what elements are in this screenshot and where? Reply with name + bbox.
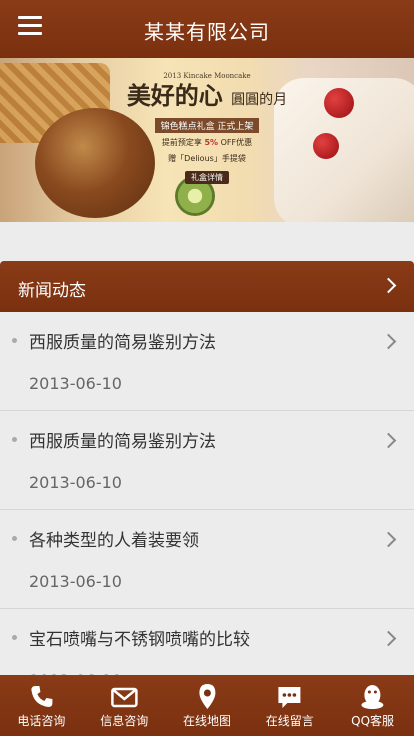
promo-banner[interactable]: 2013 Kincake Mooncake 美好的心 圓圓的月 锦色糕点礼盒 正… bbox=[0, 58, 414, 222]
qq-service-button[interactable]: QQ客服 bbox=[331, 675, 414, 736]
bullet-icon bbox=[12, 635, 17, 640]
phone-consult-label: 电话咨询 bbox=[17, 714, 66, 728]
cherry-image bbox=[324, 88, 354, 118]
news-heading: 新闻动态 bbox=[18, 281, 86, 301]
chevron-right-icon bbox=[380, 277, 397, 294]
news-date: 2013-06-10 bbox=[29, 473, 122, 492]
qq-service-label: QQ客服 bbox=[351, 714, 395, 728]
news-title: 西服质量的简易鉴别方法 bbox=[29, 432, 216, 452]
promo-tag: 锦色糕点礼盒 正式上架 bbox=[154, 118, 260, 133]
bullet-icon bbox=[12, 338, 17, 343]
promo-discount-prefix: 提前预定享 bbox=[161, 138, 202, 147]
online-message-label: 在线留言 bbox=[265, 714, 314, 728]
info-consult-label: 信息咨询 bbox=[100, 714, 149, 728]
qq-icon bbox=[361, 685, 384, 709]
bottom-nav: 电话咨询 信息咨询 在线地图 在线留言 QQ客服 bbox=[0, 675, 414, 736]
online-message-button[interactable]: 在线留言 bbox=[248, 675, 331, 736]
chevron-right-icon bbox=[380, 531, 397, 548]
bullet-icon bbox=[12, 536, 17, 541]
news-title: 西服质量的简易鉴别方法 bbox=[29, 333, 216, 353]
news-item[interactable]: 西服质量的简易鉴别方法 2013-06-10 bbox=[0, 411, 414, 510]
news-section-header[interactable]: 新闻动态 bbox=[0, 261, 414, 312]
phone-consult-button[interactable]: 电话咨询 bbox=[0, 675, 83, 736]
page-title: 某某有限公司 bbox=[144, 20, 270, 44]
chevron-right-icon bbox=[380, 432, 397, 449]
news-date: 2013-06-10 bbox=[29, 572, 122, 591]
promo-gift: 赠「Delious」手提袋 bbox=[168, 154, 246, 163]
promo-discount-suffix: OFF优惠 bbox=[220, 138, 253, 147]
promo-discount-value: 5% bbox=[204, 138, 219, 147]
cherry-image bbox=[313, 133, 339, 159]
online-map-label: 在线地图 bbox=[182, 714, 231, 728]
news-item[interactable]: 各种类型的人着装要领 2013-06-10 bbox=[0, 510, 414, 609]
promo-title-big: 美好的心 bbox=[126, 81, 223, 110]
news-list: 西服质量的简易鉴别方法 2013-06-10 西服质量的简易鉴别方法 2013-… bbox=[0, 312, 414, 708]
news-item[interactable]: 西服质量的简易鉴别方法 2013-06-10 bbox=[0, 312, 414, 411]
mail-icon bbox=[110, 687, 138, 708]
chevron-right-icon bbox=[380, 630, 397, 647]
top-bar: 某某有限公司 bbox=[0, 0, 414, 58]
map-pin-icon bbox=[198, 684, 215, 709]
promo-discount: 提前预定享 5% OFF优惠 bbox=[122, 137, 292, 149]
online-map-button[interactable]: 在线地图 bbox=[166, 675, 249, 736]
news-title: 宝石喷嘴与不锈钢喷嘴的比较 bbox=[29, 630, 250, 650]
bullet-icon bbox=[12, 437, 17, 442]
info-consult-button[interactable]: 信息咨询 bbox=[83, 675, 166, 736]
news-date: 2013-06-10 bbox=[29, 374, 122, 393]
promo-details-button[interactable]: 礼盒详情 bbox=[185, 171, 229, 184]
promo-text: 2013 Kincake Mooncake 美好的心 圓圓的月 锦色糕点礼盒 正… bbox=[122, 58, 292, 188]
promo-title-small: 圓圓的月 bbox=[231, 92, 288, 108]
chevron-right-icon bbox=[380, 333, 397, 350]
promo-chinese-title: 美好的心 圓圓的月 bbox=[122, 82, 292, 114]
news-title: 各种类型的人着装要领 bbox=[29, 531, 199, 551]
message-icon bbox=[278, 687, 301, 708]
promo-english-title: 2013 Kincake Mooncake bbox=[163, 72, 251, 80]
phone-icon bbox=[31, 686, 53, 707]
